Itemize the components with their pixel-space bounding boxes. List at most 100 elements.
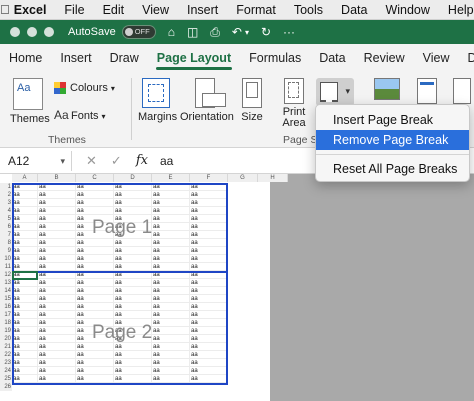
- reset-all-page-breaks-item[interactable]: Reset All Page Breaks: [316, 159, 469, 179]
- row-header[interactable]: 21: [0, 343, 12, 351]
- tab-data[interactable]: Data: [310, 44, 354, 72]
- row-header[interactable]: 15: [0, 295, 12, 303]
- autosave-label: AutoSave: [68, 26, 116, 38]
- formula-input[interactable]: aa: [160, 154, 173, 168]
- name-box-value: A12: [8, 153, 30, 168]
- row-header[interactable]: 8: [0, 239, 12, 247]
- row-header[interactable]: 5: [0, 215, 12, 223]
- colours-button[interactable]: Colours ▾: [54, 82, 115, 95]
- row-header[interactable]: 13: [0, 279, 12, 287]
- undo-icon[interactable]: ↶: [232, 25, 242, 39]
- print-area-button[interactable]: Print Area: [279, 78, 309, 129]
- column-header[interactable]: F: [190, 174, 228, 182]
- confirm-icon[interactable]: ✓: [111, 153, 122, 169]
- column-header[interactable]: C: [76, 174, 114, 182]
- column-header[interactable]: H: [258, 174, 288, 182]
- minimize-window-button[interactable]: [27, 27, 37, 37]
- row-header[interactable]: 25: [0, 375, 12, 383]
- chevron-down-icon[interactable]: ▾: [60, 151, 65, 171]
- tab-home[interactable]: Home: [0, 44, 51, 72]
- tab-draw[interactable]: Draw: [101, 44, 148, 72]
- themes-button[interactable]: Aa Themes: [10, 78, 50, 125]
- tab-review[interactable]: Review: [355, 44, 414, 72]
- row-header[interactable]: 19: [0, 327, 12, 335]
- row-header[interactable]: 24: [0, 367, 12, 375]
- fonts-button[interactable]: Aa Fonts ▾: [54, 108, 106, 122]
- size-button[interactable]: Size: [240, 78, 264, 123]
- menu-edit[interactable]: Edit: [94, 3, 134, 17]
- autosave-toggle[interactable]: OFF: [121, 25, 156, 39]
- print-icon[interactable]: ⎙: [210, 25, 220, 40]
- margins-icon: [142, 78, 170, 108]
- insert-page-break-item[interactable]: Insert Page Break: [316, 110, 469, 130]
- fonts-icon-text: Aa: [54, 108, 69, 122]
- row-header[interactable]: 11: [0, 263, 12, 271]
- name-box[interactable]: A12 ▾: [4, 150, 72, 171]
- menu-view[interactable]: View: [133, 3, 178, 17]
- row-header[interactable]: 26: [0, 383, 12, 391]
- tab-page-layout[interactable]: Page Layout: [148, 44, 240, 72]
- row-header[interactable]: 3: [0, 199, 12, 207]
- row-header[interactable]: 6: [0, 223, 12, 231]
- column-header[interactable]: E: [152, 174, 190, 182]
- size-icon: [242, 78, 262, 108]
- redo-icon[interactable]: ↻: [261, 25, 271, 39]
- row-header[interactable]: 4: [0, 207, 12, 215]
- print-titles-icon: [417, 78, 437, 104]
- row-header[interactable]: 22: [0, 351, 12, 359]
- breaks-button[interactable]: ▾: [316, 78, 354, 106]
- active-cell-selection[interactable]: [12, 271, 38, 280]
- menu-help[interactable]: Help: [439, 3, 474, 17]
- background-icon: [374, 78, 400, 100]
- row-header[interactable]: 23: [0, 359, 12, 367]
- row-header[interactable]: 7: [0, 231, 12, 239]
- tab-developer[interactable]: De: [458, 44, 474, 72]
- menu-tools[interactable]: Tools: [285, 3, 332, 17]
- colours-label: Colours: [70, 82, 108, 94]
- column-header[interactable]: D: [114, 174, 152, 182]
- zoom-window-button[interactable]: [44, 27, 54, 37]
- row-header[interactable]: 14: [0, 287, 12, 295]
- row-header[interactable]: 20: [0, 335, 12, 343]
- row-header[interactable]: 12: [0, 271, 12, 279]
- menu-excel[interactable]: Excel: [10, 3, 56, 17]
- print-area-icon: [284, 78, 304, 104]
- home-icon[interactable]: ⌂: [168, 25, 175, 39]
- margins-label: Margins: [138, 111, 178, 123]
- header-footer-button[interactable]: [452, 78, 472, 107]
- insert-function-button[interactable]: fx: [136, 153, 148, 168]
- worksheet-grid[interactable]: A B C D E F G H 1 aa aa aa aa aa aa 2 aa aa aa aa aa aa 3 aa aa a…: [0, 174, 288, 401]
- menu-file[interactable]: File: [55, 3, 93, 17]
- orientation-button[interactable]: Orientation: [180, 78, 234, 123]
- close-window-button[interactable]: [10, 27, 20, 37]
- row-header[interactable]: 1: [0, 183, 12, 191]
- row-header[interactable]: 17: [0, 311, 12, 319]
- column-header[interactable]: G: [228, 174, 258, 182]
- menu-format[interactable]: Format: [227, 3, 285, 17]
- row-header[interactable]: 2: [0, 191, 12, 199]
- tab-formulas[interactable]: Formulas: [240, 44, 310, 72]
- size-label: Size: [241, 111, 263, 123]
- margins-button[interactable]: Margins: [138, 78, 178, 123]
- row-header[interactable]: 16: [0, 303, 12, 311]
- row-header[interactable]: 10: [0, 255, 12, 263]
- cancel-icon[interactable]: ✕: [86, 153, 97, 169]
- orientation-label: Orientation: [180, 111, 234, 123]
- menu-insert[interactable]: Insert: [178, 3, 227, 17]
- more-icon[interactable]: ···: [283, 25, 295, 39]
- column-header[interactable]: B: [38, 174, 76, 182]
- row-header[interactable]: 18: [0, 319, 12, 327]
- remove-page-break-item[interactable]: Remove Page Break: [316, 130, 469, 150]
- column-header[interactable]: A: [12, 174, 38, 182]
- menu-data[interactable]: Data: [332, 3, 376, 17]
- page-1-watermark: Page 1: [92, 217, 153, 238]
- row-header[interactable]: 9: [0, 247, 12, 255]
- save-icon[interactable]: ◫: [187, 25, 198, 39]
- print-titles-button[interactable]: [412, 78, 442, 107]
- background-button[interactable]: [372, 78, 402, 103]
- menu-window[interactable]: Window: [376, 3, 438, 17]
- tab-insert[interactable]: Insert: [51, 44, 100, 72]
- undo-dropdown-icon[interactable]: ▾: [245, 28, 249, 37]
- tab-view[interactable]: View: [414, 44, 459, 72]
- apple-icon[interactable]: : [0, 2, 10, 17]
